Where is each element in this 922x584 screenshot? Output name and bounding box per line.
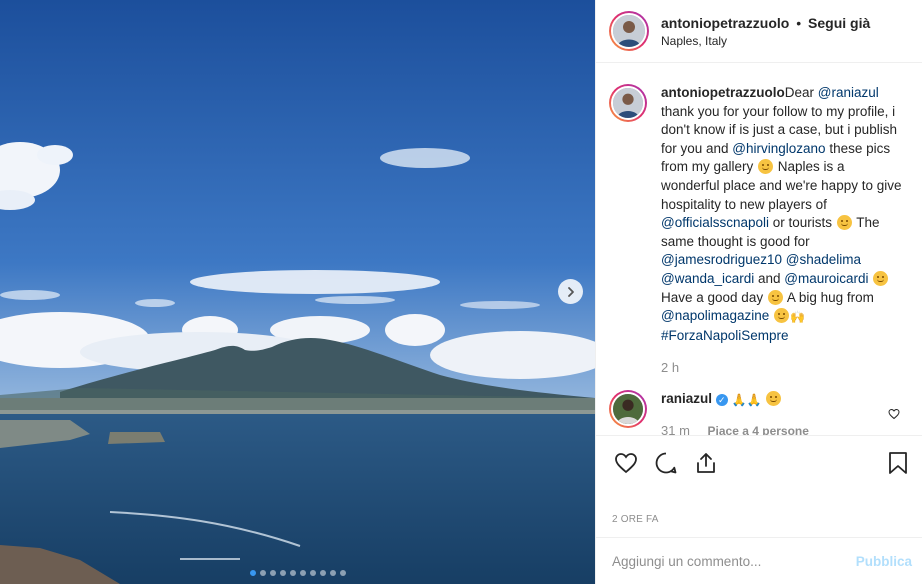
- avatar[interactable]: [609, 11, 649, 51]
- action-bar: [596, 435, 922, 489]
- caption-text-part: Dear: [784, 85, 818, 100]
- heart-eyes-emoji-icon: [766, 390, 782, 406]
- mention-link[interactable]: @hirvinglozano: [732, 141, 825, 156]
- share-icon: [697, 452, 715, 473]
- caption-text: antoniopetrazzuoloDear @raniazul thank y…: [661, 84, 906, 378]
- avatar[interactable]: [609, 84, 647, 122]
- mention-link[interactable]: @napolimagazine: [661, 308, 769, 323]
- carousel-dot: [269, 570, 276, 576]
- bookmark-icon: [889, 452, 907, 474]
- vesuvius-bay-photo: [0, 0, 595, 584]
- carousel-dot: [289, 570, 296, 576]
- carousel-dot: [299, 570, 306, 576]
- location-link[interactable]: Naples, Italy: [661, 34, 870, 48]
- mention-link[interactable]: @mauroicardi: [784, 271, 868, 286]
- smile-emoji-icon: [767, 289, 783, 305]
- post-header: antoniopetrazzuolo • Segui già Naples, I…: [596, 0, 922, 63]
- comment-likes-link[interactable]: Piace a 4 persone: [708, 424, 809, 435]
- mention-link[interactable]: @wanda_icardi: [661, 271, 754, 286]
- carousel-dot: [329, 570, 336, 576]
- like-button[interactable]: [606, 443, 646, 483]
- caption-comment: antoniopetrazzuoloDear @raniazul thank y…: [596, 63, 922, 378]
- next-photo-button[interactable]: [558, 279, 583, 304]
- smile-emoji-icon: [836, 215, 852, 231]
- post-date[interactable]: 2 ORE FA: [612, 514, 659, 525]
- header-separator: •: [796, 14, 802, 31]
- heart-icon: [615, 452, 637, 473]
- comments-list[interactable]: antoniopetrazzuoloDear @raniazul thank y…: [596, 63, 922, 435]
- smile-emoji-icon: [758, 159, 774, 175]
- caption-username[interactable]: antoniopetrazzuolo: [661, 85, 785, 100]
- raised-hands-emoji-icon: 🙌: [790, 310, 805, 325]
- carousel-dot: [279, 570, 286, 576]
- post-side-panel: antoniopetrazzuolo • Segui già Naples, I…: [595, 0, 922, 584]
- verified-badge-icon: ✓: [715, 393, 728, 406]
- caption-text-part: A big hug from: [783, 289, 874, 305]
- caption-text-part: Have a good day: [661, 289, 767, 305]
- grin-emoji-icon: [873, 270, 889, 286]
- comment-username[interactable]: raniazul: [661, 391, 712, 406]
- carousel-indicator: [0, 570, 595, 576]
- caption-text-part: or tourists: [769, 215, 836, 231]
- avatar[interactable]: [609, 389, 647, 428]
- carousel-dot: [309, 570, 316, 576]
- comment-button[interactable]: [646, 443, 686, 483]
- comment-like-heart-icon[interactable]: [888, 408, 900, 420]
- comment-emoji-text: 🙏🙏: [731, 392, 762, 407]
- profile-photo-icon: [613, 393, 643, 424]
- profile-photo-icon: [613, 88, 643, 118]
- header-username[interactable]: antoniopetrazzuolo: [661, 15, 789, 31]
- save-button[interactable]: [878, 443, 918, 483]
- smile-emoji-icon: [774, 308, 790, 324]
- comment-input[interactable]: [612, 553, 856, 569]
- chevron-right-icon: [567, 286, 574, 297]
- carousel-dot: [259, 570, 266, 576]
- following-button[interactable]: Segui già: [808, 15, 870, 31]
- caption-timestamp[interactable]: 2 h: [661, 359, 906, 378]
- mention-link[interactable]: @officialsscnapoli: [661, 215, 769, 230]
- carousel-dot: [319, 570, 326, 576]
- comment-timestamp[interactable]: 31 m: [661, 423, 690, 435]
- share-button[interactable]: [686, 443, 726, 483]
- comment-bubble-icon: [655, 452, 677, 473]
- caption-text-part: and: [754, 270, 785, 286]
- add-comment-bar: Pubblica: [596, 537, 922, 584]
- mention-link[interactable]: @raniazul: [818, 85, 879, 100]
- profile-photo-icon: [613, 15, 645, 47]
- post-photo[interactable]: [0, 0, 595, 584]
- carousel-dot: [249, 570, 256, 576]
- carousel-dot: [339, 570, 346, 576]
- comment-item: raniazul ✓ 🙏🙏 31 m Piace a 4 persone: [596, 378, 922, 435]
- mention-link[interactable]: @jamesrodriguez10: [661, 252, 782, 267]
- hashtag-link[interactable]: #ForzaNapoliSempre: [661, 328, 789, 343]
- mention-link[interactable]: @shadelima: [786, 252, 861, 267]
- publish-button[interactable]: Pubblica: [856, 554, 912, 569]
